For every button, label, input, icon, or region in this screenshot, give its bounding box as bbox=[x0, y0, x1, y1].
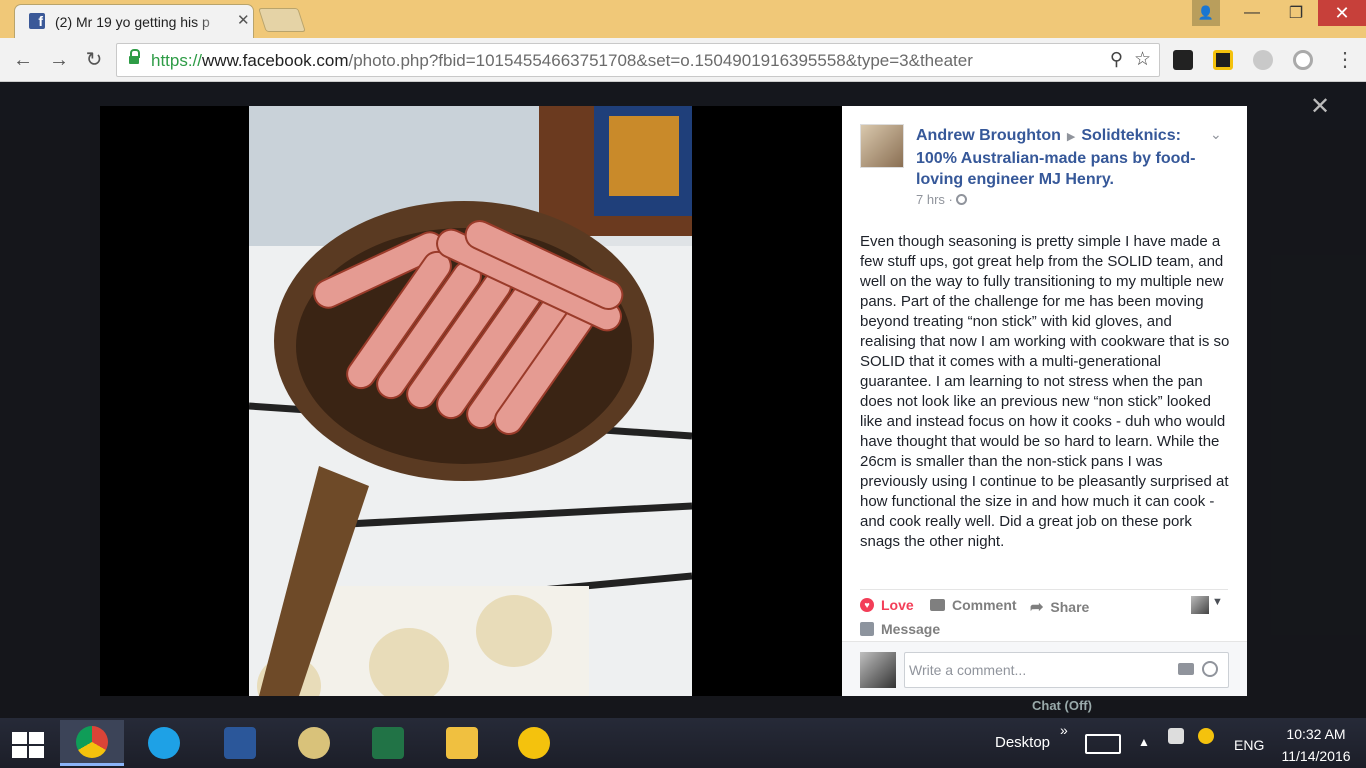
excel-icon bbox=[372, 727, 404, 759]
start-button[interactable] bbox=[8, 730, 44, 758]
windows-logo-icon bbox=[12, 732, 27, 744]
url-path: /photo.php?fbid=10154554663751708&set=o.… bbox=[348, 51, 973, 70]
time-separator: · bbox=[948, 192, 953, 207]
comment-box bbox=[904, 652, 1229, 688]
url-protocol: https:// bbox=[151, 51, 203, 70]
url-text: https://www.facebook.com/photo.php?fbid=… bbox=[151, 51, 973, 71]
clock-time[interactable]: 10:32 AM bbox=[1276, 726, 1356, 742]
lock-icon bbox=[129, 49, 140, 66]
browser-tab[interactable]: f (2) Mr 19 yo getting his p ✕ bbox=[14, 4, 254, 38]
norton-taskbar-button[interactable] bbox=[502, 720, 566, 766]
norton-tray-icon[interactable] bbox=[1198, 728, 1214, 744]
heart-icon: ♥ bbox=[860, 598, 874, 612]
globe-icon bbox=[955, 194, 967, 205]
excel-taskbar-button[interactable] bbox=[356, 720, 420, 766]
reload-button[interactable]: ↻ bbox=[81, 47, 107, 73]
word-taskbar-button[interactable] bbox=[208, 720, 272, 766]
norton-icon bbox=[518, 727, 550, 759]
chrome-taskbar-button[interactable] bbox=[60, 720, 124, 766]
bookmark-star-icon[interactable]: ☆ bbox=[1134, 48, 1151, 71]
message-icon bbox=[860, 622, 874, 636]
time-text: 7 hrs bbox=[916, 192, 945, 207]
address-bar[interactable]: https://www.facebook.com/photo.php?fbid=… bbox=[116, 43, 1160, 77]
clock-date[interactable]: 11/14/2016 bbox=[1276, 748, 1356, 764]
browser-titlebar: f (2) Mr 19 yo getting his p ✕ 👤 — ❐ ✕ bbox=[0, 0, 1366, 38]
new-tab-button[interactable] bbox=[258, 8, 306, 32]
love-label: Love bbox=[881, 597, 914, 613]
browser-toolbar: ← → ↻ https://www.facebook.com/photo.php… bbox=[0, 38, 1366, 82]
toolbar-overflow-icon[interactable]: » bbox=[1060, 722, 1068, 738]
desktop-toolbar-label[interactable]: Desktop bbox=[995, 734, 1050, 751]
commenter-avatar bbox=[860, 652, 896, 688]
sausage-pan-photo[interactable] bbox=[249, 106, 692, 696]
post-header: Andrew Broughton ▶ Solidteknics: 100% Aust… bbox=[916, 125, 1216, 190]
paint-icon bbox=[298, 727, 330, 759]
love-button[interactable]: ♥ Love bbox=[860, 597, 914, 613]
ie-taskbar-button[interactable] bbox=[132, 720, 196, 766]
emoji-icon[interactable] bbox=[1202, 661, 1218, 677]
author-avatar[interactable] bbox=[860, 124, 904, 168]
facebook-favicon-icon: f bbox=[29, 13, 45, 29]
cloud-extension-icon[interactable] bbox=[1253, 50, 1273, 70]
url-host: www.facebook.com bbox=[202, 51, 349, 70]
norton-extension-icon[interactable] bbox=[1213, 50, 1233, 70]
photo-image bbox=[249, 106, 692, 696]
share-label: Share bbox=[1050, 599, 1090, 615]
author-name[interactable]: Andrew Broughton bbox=[916, 127, 1061, 144]
forward-button[interactable]: → bbox=[46, 47, 72, 73]
chevron-down-icon[interactable]: ▼ bbox=[1212, 596, 1223, 608]
comment-input[interactable] bbox=[909, 655, 1159, 685]
comment-label: Comment bbox=[952, 597, 1017, 613]
tab-close-icon[interactable]: ✕ bbox=[237, 11, 250, 29]
comment-button[interactable]: Comment bbox=[930, 597, 1017, 613]
camera-icon[interactable] bbox=[1178, 663, 1194, 675]
divider bbox=[860, 589, 1228, 590]
close-theater-icon[interactable]: ✕ bbox=[1310, 92, 1330, 121]
post-sidebar: Andrew Broughton ▶ Solidteknics: 100% Aust… bbox=[842, 106, 1247, 696]
arrow-right-icon: ▶ bbox=[1066, 131, 1076, 143]
folder-icon bbox=[446, 727, 478, 759]
chat-status[interactable]: Chat (Off) bbox=[1032, 698, 1092, 713]
paint-taskbar-button[interactable] bbox=[282, 720, 346, 766]
layers-extension-icon[interactable] bbox=[1173, 50, 1193, 70]
comment-icon bbox=[930, 599, 945, 611]
post-options-chevron-icon[interactable]: ⌄ bbox=[1210, 126, 1222, 143]
share-button[interactable]: ➦ Share bbox=[1030, 597, 1089, 617]
menu-kebab-icon[interactable]: ⋮ bbox=[1332, 47, 1358, 73]
profile-icon[interactable]: 👤 bbox=[1192, 0, 1220, 26]
message-label: Message bbox=[881, 621, 941, 637]
explorer-taskbar-button[interactable] bbox=[430, 720, 494, 766]
back-button[interactable]: ← bbox=[10, 47, 36, 73]
extension-icon[interactable] bbox=[1293, 50, 1313, 70]
word-icon bbox=[224, 727, 256, 759]
dropbox-tray-icon[interactable] bbox=[1168, 728, 1184, 744]
search-icon[interactable]: ⚲ bbox=[1110, 49, 1123, 70]
minimize-button[interactable]: — bbox=[1230, 0, 1274, 26]
internet-explorer-icon bbox=[148, 727, 180, 759]
maximize-button[interactable]: ❐ bbox=[1274, 0, 1318, 26]
chrome-icon bbox=[76, 725, 108, 758]
language-indicator[interactable]: ENG bbox=[1234, 737, 1264, 753]
viewer-avatar[interactable] bbox=[1191, 596, 1209, 614]
share-icon: ➦ bbox=[1030, 599, 1044, 616]
window-controls: 👤 — ❐ ✕ bbox=[1192, 0, 1366, 26]
windows-taskbar: Desktop » ▲ ENG 10:32 AM 11/14/2016 bbox=[0, 718, 1366, 768]
close-window-button[interactable]: ✕ bbox=[1318, 0, 1366, 26]
post-text: Even though seasoning is pretty simple I… bbox=[860, 233, 1230, 550]
show-hidden-icons-icon[interactable]: ▲ bbox=[1138, 735, 1150, 749]
keyboard-icon[interactable] bbox=[1085, 734, 1121, 754]
post-timestamp[interactable]: 7 hrs · bbox=[916, 192, 967, 207]
message-button[interactable]: Message bbox=[860, 621, 940, 637]
